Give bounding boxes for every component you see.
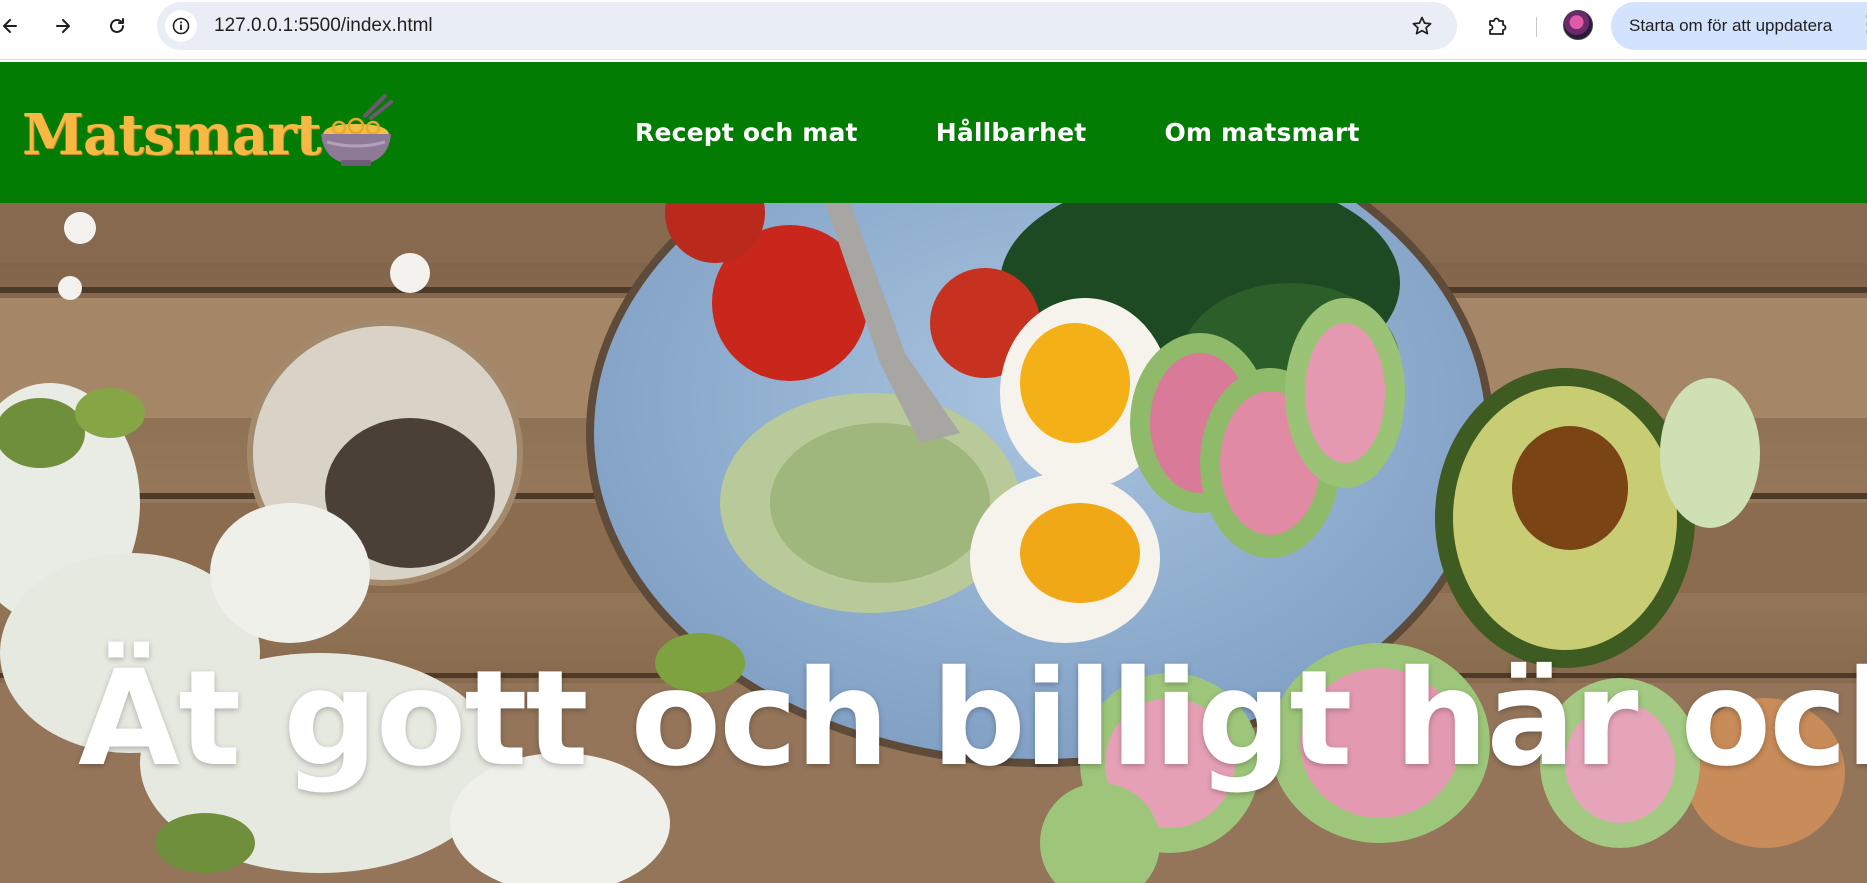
logo-text: Matsmart (22, 102, 322, 168)
forward-button[interactable] (45, 8, 81, 44)
noodle-bowl-icon (320, 94, 393, 166)
hero-title: Ät gott och billigt här och nu! (78, 642, 1867, 796)
extensions-puzzle-icon (1489, 17, 1507, 35)
nav-link-hallbarhet[interactable]: Hållbarhet (936, 118, 1087, 147)
forward-arrow-icon (56, 19, 70, 33)
extensions-button[interactable] (1480, 9, 1514, 43)
url-text[interactable]: 127.0.0.1:5500/index.html (214, 15, 433, 37)
nav-link-om-matsmart[interactable]: Om matsmart (1164, 118, 1359, 147)
site-info-button[interactable] (165, 10, 197, 42)
toolbar-divider (1536, 17, 1537, 37)
bookmark-star-icon (1412, 16, 1432, 35)
bookmark-button[interactable] (1407, 11, 1437, 41)
nav-link-recept[interactable]: Recept och mat (635, 118, 858, 147)
update-button-label: Starta om för att uppdatera (1629, 16, 1833, 35)
site-header: Matsmart Recept och mat Hållbarhet Om ma… (0, 62, 1867, 203)
profile-avatar[interactable] (1563, 10, 1593, 40)
browser-toolbar: 127.0.0.1:5500/index.html Starta om för … (0, 0, 1867, 60)
update-button[interactable]: Starta om för att uppdatera ⋮ (1611, 2, 1867, 50)
more-menu-icon[interactable]: ⋮ (1857, 14, 1867, 36)
hero-section: Ät gott och billigt här och nu! (0, 203, 1867, 883)
address-bar[interactable]: 127.0.0.1:5500/index.html (157, 2, 1457, 50)
reload-icon (110, 18, 124, 33)
reload-button[interactable] (99, 8, 135, 44)
back-button[interactable] (0, 8, 28, 44)
back-arrow-icon (3, 19, 17, 33)
main-nav: Recept och mat Hållbarhet Om matsmart (635, 62, 1360, 203)
site-info-icon (172, 17, 190, 35)
logo[interactable]: Matsmart (22, 80, 422, 190)
